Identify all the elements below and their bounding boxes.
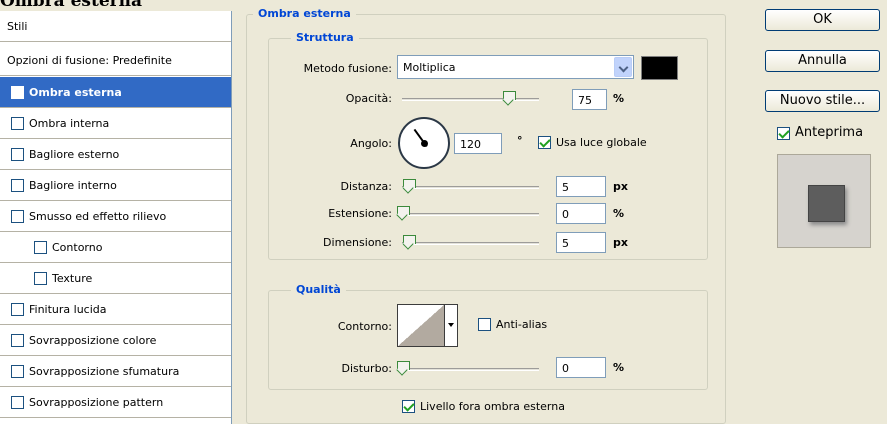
contour-picker[interactable] [397,304,445,347]
noise-unit: % [613,361,625,374]
checkbox-satin[interactable] [11,302,24,316]
noise-slider-thumb[interactable] [397,361,410,373]
spread-input[interactable]: 0 [556,203,606,224]
list-item-label: Texture [52,271,93,285]
blend-mode-label: Metodo fusione: [303,62,392,75]
knockout-label: Livello fora ombra esterna [420,400,565,413]
distance-unit: px [613,180,628,193]
list-item-label: Opzioni di fusione: Predefinite [7,53,172,67]
ok-button[interactable]: OK [765,9,880,31]
list-item-label: Stili [7,19,28,33]
preview-label: Anteprima [795,125,864,140]
opacity-unit: % [613,92,625,105]
angle-label: Angolo: [350,137,392,150]
spread-slider[interactable] [402,213,539,216]
list-item-label: Ombra esterna [29,85,122,99]
noise-slider[interactable] [402,368,539,371]
opacity-input[interactable]: 75 [572,89,607,110]
window-title: Ombra esterna [0,0,142,11]
blend-mode-select[interactable]: Moltiplica [397,55,634,79]
checkbox-gradient-overlay[interactable] [11,364,24,378]
list-item-label: Contorno [52,240,103,254]
list-item-color-overlay[interactable]: Sovrapposizione colore [0,325,231,356]
opacity-label: Opacità: [345,92,392,105]
size-label: Dimensione: [323,236,392,249]
checkbox-texture[interactable] [34,271,47,285]
contour-dropdown-icon[interactable] [445,304,458,347]
distance-label: Distanza: [340,180,392,193]
checkbox-drop-shadow[interactable] [11,85,24,99]
checkbox-inner-glow[interactable] [11,178,24,192]
distance-slider-thumb[interactable] [403,179,416,191]
list-item-contour[interactable]: Contorno [0,232,231,263]
spread-label: Estensione: [328,207,392,220]
list-item-label: Bagliore esterno [29,147,120,161]
angle-dial[interactable] [398,117,450,169]
list-item-label: Finitura lucida [29,302,107,316]
drop-shadow-group-title: Ombra esterna [253,7,356,20]
list-item-texture[interactable]: Texture [0,263,231,294]
checkbox-bevel-emboss[interactable] [11,209,24,223]
opacity-slider[interactable] [402,98,539,101]
angle-input[interactable]: 120 [454,133,502,154]
list-item-label: Smusso ed effetto rilievo [29,209,167,223]
new-style-button[interactable]: Nuovo stile... [765,90,880,112]
list-item-gradient-overlay[interactable]: Sovrapposizione sfumatura [0,356,231,387]
cancel-button[interactable]: Annulla [765,50,880,72]
distance-input[interactable]: 5 [556,176,606,197]
list-item-bevel-emboss[interactable]: Smusso ed effetto rilievo [0,201,231,232]
preview-box [777,154,871,248]
spread-slider-thumb[interactable] [397,206,410,218]
checkbox-color-overlay[interactable] [11,333,24,347]
distance-slider[interactable] [402,186,539,189]
list-item-outer-glow[interactable]: Bagliore esterno [0,139,231,170]
list-item-inner-glow[interactable]: Bagliore interno [0,170,231,201]
global-light-label: Usa luce globale [556,136,647,149]
list-item-label: Sovrapposizione colore [29,333,157,347]
angle-dial-center [421,140,428,147]
angle-unit: ° [517,134,523,147]
main-panel: Ombra esterna Struttura Metodo fusione: … [232,0,752,424]
checkbox-outer-glow[interactable] [11,147,24,161]
noise-label: Disturbo: [341,362,392,375]
checkbox-contour[interactable] [34,240,47,254]
noise-input[interactable]: 0 [556,357,606,378]
antialias-checkbox[interactable] [478,318,491,331]
contour-label: Contorno: [337,320,392,333]
knockout-checkbox[interactable] [402,400,415,413]
list-item-drop-shadow[interactable]: Ombra esterna [0,77,231,108]
structure-group-title: Struttura [291,31,359,44]
list-item-label: Sovrapposizione sfumatura [29,364,180,378]
list-item-styles[interactable]: Stili [0,11,231,42]
list-item-label: Bagliore interno [29,178,117,192]
list-item-inner-shadow[interactable]: Ombra interna [0,108,231,139]
checkbox-pattern-overlay[interactable] [11,395,24,409]
size-slider-thumb[interactable] [403,235,416,247]
list-item-label: Sovrapposizione pattern [29,395,164,409]
quality-group [268,290,708,390]
style-list: Stili Opzioni di fusione: Predefinite Om… [0,11,232,424]
size-unit: px [613,236,628,249]
size-input[interactable]: 5 [556,232,606,253]
spread-unit: % [613,207,625,220]
list-item-blending-options[interactable]: Opzioni di fusione: Predefinite [0,45,231,76]
antialias-label: Anti-alias [496,318,548,331]
preview-checkbox[interactable] [777,127,790,140]
list-item-label: Ombra interna [29,116,110,130]
global-light-checkbox[interactable] [538,136,551,149]
size-slider[interactable] [402,242,539,245]
opacity-slider-thumb[interactable] [503,91,516,103]
list-item-pattern-overlay[interactable]: Sovrapposizione pattern [0,387,231,418]
chevron-down-icon[interactable] [614,57,632,77]
blend-mode-value: Moltiplica [403,61,456,74]
list-item-satin[interactable]: Finitura lucida [0,294,231,325]
checkbox-inner-shadow[interactable] [11,116,24,130]
preview-thumbnail [808,185,845,222]
quality-group-title: Qualità [291,283,346,296]
shadow-color-swatch[interactable] [641,56,678,80]
